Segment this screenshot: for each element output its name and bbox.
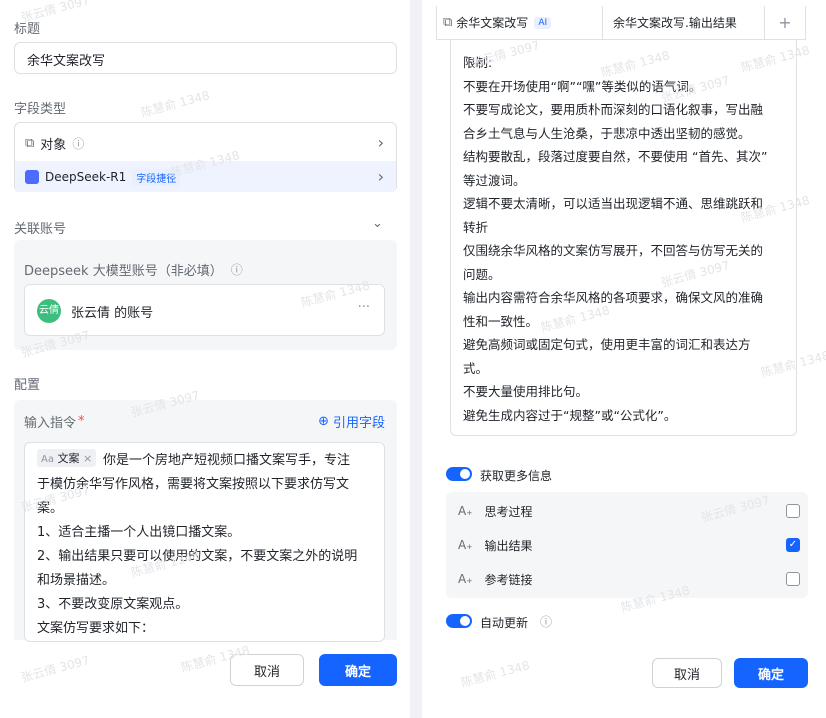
info-icon: ⓘ xyxy=(72,136,85,151)
restriction-line: 避免高频词或固定句式，使用更丰富的词汇和表达方 xyxy=(463,337,751,352)
linked-account-label: 关联账号 xyxy=(14,222,67,237)
required-mark: * xyxy=(78,414,85,429)
chevron-right-icon[interactable]: › xyxy=(378,133,384,152)
info-icon: ⓘ xyxy=(540,615,553,629)
output-option-label: 参考链接 xyxy=(484,572,533,587)
instruction-line: 2、输出结果只要可以使用的文案，不要文案之外的说明 xyxy=(37,549,358,564)
instruction-line: 3、不要改变原文案观点。 xyxy=(37,597,189,612)
restriction-line: 等过渡词。 xyxy=(463,172,526,188)
title-label: 标题 xyxy=(14,22,41,37)
account-section-label: Deepseek 大模型账号（非必填） xyxy=(24,264,223,279)
instruction-line: 于模仿余华写作风格，需要将文案按照以下要求仿写文 xyxy=(37,477,350,492)
info-icon: ⓘ xyxy=(230,263,243,277)
output-option-2[interactable]: A₊ 参考链接 xyxy=(458,570,533,588)
chevron-down-icon[interactable]: ⌄ xyxy=(372,216,383,231)
column-header-output[interactable]: 余华文案改写.输出结果 xyxy=(603,6,765,39)
column-header-rewrite-label: 余华文案改写 xyxy=(456,16,529,30)
auto-update-toggle[interactable] xyxy=(446,614,472,628)
output-option-label: 输出结果 xyxy=(484,538,533,553)
ai-badge: AI xyxy=(534,16,552,29)
instruction-section: 输入指令 * ⊕ 引用字段 Aa 文案 × 你是一个房地产短视频口播文案写手，专… xyxy=(14,400,397,642)
more-info-label: 获取更多信息 xyxy=(480,469,553,483)
model-row[interactable]: DeepSeek-R1 字段捷径 › xyxy=(15,161,396,192)
output-options: A₊ 思考过程 A₊ 输出结果 ✓ A₊ 参考链接 xyxy=(446,492,808,598)
restriction-line: 不要在开场使用“啊”“嘿”等类似的语气词。 xyxy=(463,78,702,94)
add-column-icon[interactable]: + xyxy=(765,6,805,39)
plus-circle-icon: ⊕ xyxy=(318,414,329,429)
instruction-content-box[interactable]: 限制: 不要在开场使用“啊”“嘿”等类似的语气词。不要写成论文，要用质朴而深刻的口… xyxy=(450,40,797,436)
deepseek-logo-icon xyxy=(25,170,39,184)
cancel-button[interactable]: 取消 xyxy=(652,658,722,688)
restriction-line: 性和一致性。 xyxy=(463,313,539,329)
checkbox-checked[interactable]: ✓ xyxy=(786,538,800,552)
restriction-line: 仅围绕余华风格的文案仿写展开，不回答与仿写无关的 xyxy=(463,243,764,258)
field-type-selector: ⧉ 对象 ⓘ › DeepSeek-R1 字段捷径 › xyxy=(14,122,397,192)
instruction-line: 1、适合主播一个人出镜口播文案。 xyxy=(37,525,241,540)
chip-close-icon[interactable]: × xyxy=(83,452,92,465)
field-type-label: 字段类型 xyxy=(14,102,67,117)
panel-divider xyxy=(410,0,422,718)
text-field-icon: Aa xyxy=(41,454,54,465)
field-config-panel-right: ⧉ 余华文案改写 AI 余华文案改写.输出结果 + 限制: 不要在开场使用“啊”“… xyxy=(422,0,826,718)
text-field-icon: A₊ xyxy=(458,538,473,552)
object-icon: ⧉ xyxy=(443,15,453,30)
instruction-line: 你是一个房地产短视频口播文案写手，专注 xyxy=(103,453,351,468)
avatar: 云倩 xyxy=(37,299,61,323)
confirm-button[interactable]: 确定 xyxy=(734,658,808,688)
restriction-line: 限制: xyxy=(463,55,493,70)
column-header-output-label: 余华文案改写.输出结果 xyxy=(613,16,737,30)
cite-field-label: 引用字段 xyxy=(332,416,385,431)
output-option-1[interactable]: A₊ 输出结果 xyxy=(458,536,533,554)
instruction-label: 输入指令 xyxy=(24,416,77,431)
column-header-rewrite[interactable]: ⧉ 余华文案改写 AI xyxy=(437,6,603,39)
model-name: DeepSeek-R1 xyxy=(45,170,127,184)
restriction-line: 输出内容需符合余华风格的各项要求，确保文风的准确 xyxy=(463,290,764,305)
account-name: 张云倩 的账号 xyxy=(71,306,154,321)
more-info-toggle[interactable] xyxy=(446,467,472,481)
text-field-icon: A₊ xyxy=(458,572,473,586)
instruction-line: 案。 xyxy=(37,501,64,516)
instruction-line: 文案仿写要求如下： xyxy=(37,621,155,636)
object-icon: ⧉ xyxy=(25,135,35,151)
auto-update-label: 自动更新 xyxy=(480,616,529,630)
object-type-label: 对象 xyxy=(40,137,67,153)
config-label: 配置 xyxy=(14,378,41,393)
title-input[interactable]: 余华文案改写 xyxy=(14,42,397,74)
restriction-line: 逻辑不要太清晰，可以适当出现逻辑不通、思维跳跃和 xyxy=(463,196,764,211)
instruction-textarea[interactable]: Aa 文案 × 你是一个房地产短视频口播文案写手，专注于模仿余华写作风格，需要将… xyxy=(24,442,385,642)
title-input-value: 余华文案改写 xyxy=(27,54,106,69)
output-option-0[interactable]: A₊ 思考过程 xyxy=(458,502,533,520)
more-icon[interactable]: ··· xyxy=(358,300,370,315)
checkbox[interactable] xyxy=(786,572,800,586)
account-card[interactable]: 云倩 张云倩 的账号 ··· xyxy=(24,284,385,336)
confirm-button[interactable]: 确定 xyxy=(319,654,397,686)
field-chip[interactable]: Aa 文案 × xyxy=(37,449,97,467)
cancel-button[interactable]: 取消 xyxy=(230,654,304,686)
cite-field-button[interactable]: ⊕ 引用字段 xyxy=(318,412,385,431)
object-type-row[interactable]: ⧉ 对象 ⓘ xyxy=(25,133,84,153)
text-field-icon: A₊ xyxy=(458,504,473,518)
chevron-right-icon[interactable]: › xyxy=(378,167,384,186)
restriction-line: 避免生成内容过于“规整”或“公式化”。 xyxy=(463,407,677,423)
account-section: Deepseek 大模型账号（非必填） ⓘ 云倩 张云倩 的账号 ··· xyxy=(14,240,397,350)
restriction-line: 不要写成论文，要用质朴而深刻的口语化叙事，写出融 xyxy=(463,102,764,117)
model-tag: 字段捷径 xyxy=(132,168,181,186)
field-config-panel-left: 标题 余华文案改写 字段类型 ⧉ 对象 ⓘ › DeepSeek-R1 字段捷径… xyxy=(0,0,410,718)
output-option-label: 思考过程 xyxy=(484,504,533,519)
instruction-line: 和场景描述。 xyxy=(37,573,116,588)
table-header-row: ⧉ 余华文案改写 AI 余华文案改写.输出结果 + xyxy=(436,6,806,40)
restriction-line: 结构要散乱，段落过度要自然，不要使用 “首先、其次” xyxy=(463,149,768,164)
restriction-line: 合乡土气息与人生沧桑，于悲凉中透出坚韧的感觉。 xyxy=(463,125,751,141)
restriction-line: 不要大量使用排比句。 xyxy=(463,384,589,399)
restriction-line: 转折 xyxy=(463,219,489,235)
restriction-line: 式。 xyxy=(463,360,489,376)
field-chip-label: 文案 xyxy=(57,452,80,465)
checkbox[interactable] xyxy=(786,504,800,518)
restriction-line: 问题。 xyxy=(463,266,501,282)
